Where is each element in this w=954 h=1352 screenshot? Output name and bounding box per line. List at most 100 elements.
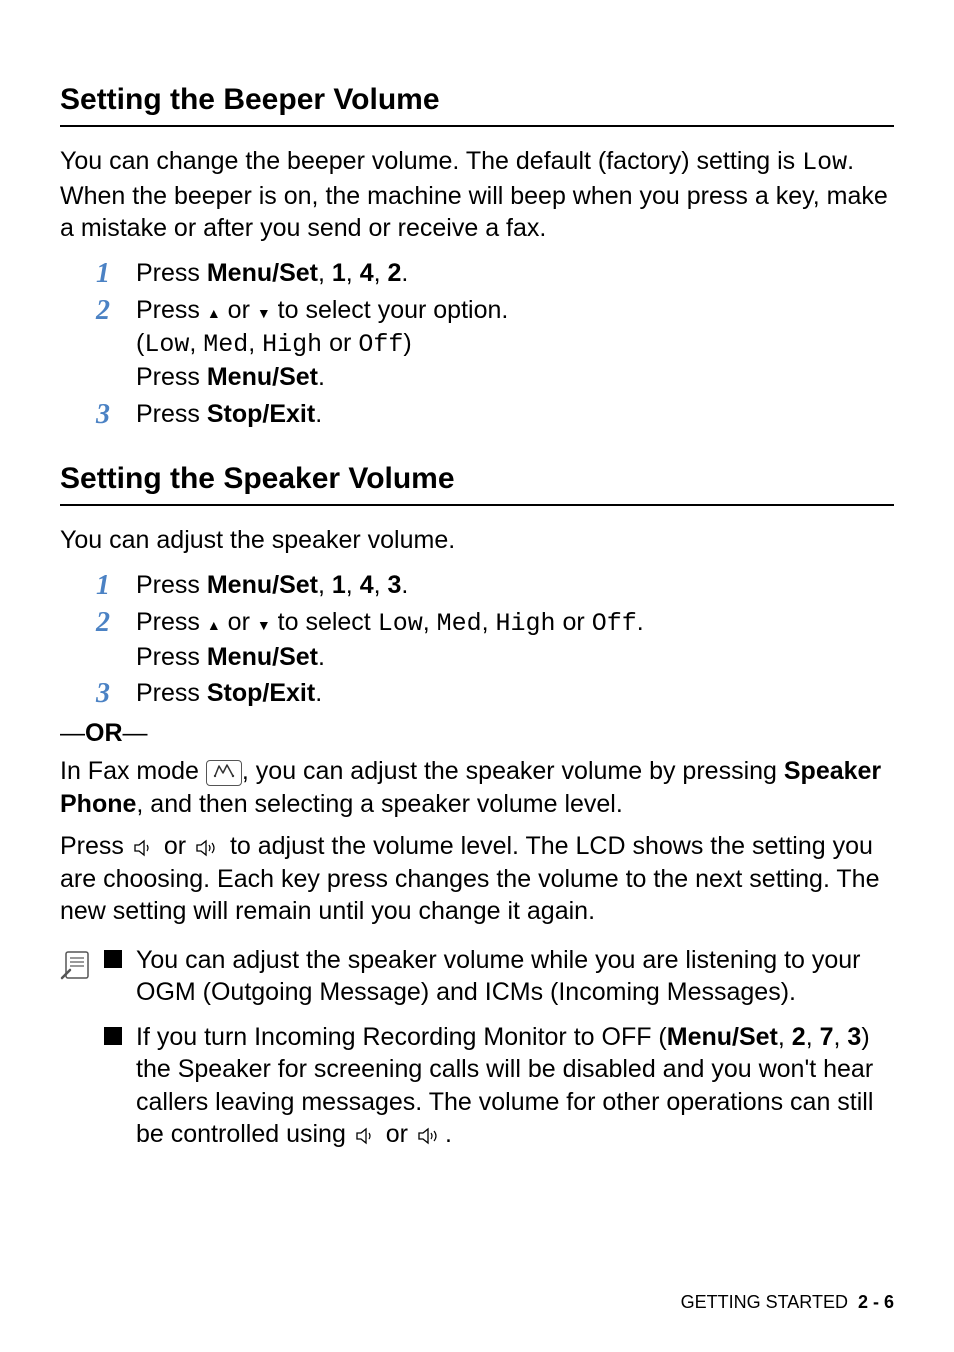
- step-text: Press Menu/Set, 1, 4, 2.: [136, 257, 894, 290]
- t: .: [318, 643, 325, 671]
- t: , you can adjust the speaker volume by p…: [242, 757, 784, 785]
- t: ): [403, 329, 411, 357]
- volume-down-icon: [353, 1126, 379, 1146]
- footer-page: 2 - 6: [858, 1292, 894, 1312]
- t: Med: [203, 330, 248, 359]
- t: ,: [248, 329, 262, 357]
- t: If you turn Incoming Recording Monitor t…: [136, 1023, 667, 1051]
- t: 7: [820, 1023, 834, 1051]
- t: 4: [360, 259, 374, 287]
- t: ,: [189, 329, 203, 357]
- speaker-intro: You can adjust the speaker volume.: [60, 524, 894, 557]
- t: ,: [346, 259, 360, 287]
- or-text: OR: [85, 719, 123, 747]
- t: Menu/Set: [207, 259, 318, 287]
- t: Menu/Set: [207, 363, 318, 391]
- t: or: [556, 608, 592, 636]
- t: 3: [847, 1023, 861, 1051]
- step-row: 2 Press or to select Low, Med, High or O…: [96, 606, 894, 673]
- text: You can change the beeper volume. The de…: [60, 147, 802, 175]
- t: In Fax mode: [60, 757, 206, 785]
- step-text: Press Stop/Exit.: [136, 677, 894, 710]
- t: Off: [592, 609, 637, 638]
- step-number: 1: [96, 257, 136, 291]
- t: ,: [423, 608, 437, 636]
- footer-label: GETTING STARTED: [681, 1292, 848, 1312]
- step-row: 2 Press or to select your option. (Low, …: [96, 294, 894, 394]
- note-block: You can adjust the speaker volume while …: [60, 944, 894, 1163]
- t: Press: [136, 608, 207, 636]
- step-row: 3 Press Stop/Exit.: [96, 677, 894, 711]
- t: High: [262, 330, 322, 359]
- beeper-steps: 1 Press Menu/Set, 1, 4, 2. 2 Press or to…: [96, 257, 894, 432]
- t: ,: [806, 1023, 820, 1051]
- t: Press: [136, 400, 207, 428]
- t: Menu/Set: [667, 1023, 778, 1051]
- t: Med: [437, 609, 482, 638]
- note-list: You can adjust the speaker volume while …: [104, 944, 894, 1163]
- t: , and then selecting a speaker volume le…: [136, 790, 622, 818]
- t: High: [496, 609, 556, 638]
- step-text: Press Stop/Exit.: [136, 398, 894, 431]
- t: ,: [482, 608, 496, 636]
- step-text: Press or to select Low, Med, High or Off…: [136, 606, 894, 673]
- speaker-steps: 1 Press Menu/Set, 1, 4, 3. 2 Press or to…: [96, 569, 894, 711]
- t: ,: [834, 1023, 848, 1051]
- t: Press: [136, 363, 207, 391]
- t: Stop/Exit: [207, 679, 315, 707]
- t: Low: [378, 609, 423, 638]
- t: ,: [374, 259, 388, 287]
- t: .: [401, 259, 408, 287]
- step-row: 3 Press Stop/Exit.: [96, 398, 894, 432]
- t: Press: [60, 832, 131, 860]
- t: ,: [318, 571, 332, 599]
- text-mono: Low: [802, 148, 847, 177]
- t: Press: [136, 643, 207, 671]
- t: .: [445, 1120, 452, 1148]
- bullet-icon: [104, 950, 122, 968]
- press-line: Press Menu/Set.: [136, 641, 894, 674]
- t: Menu/Set: [207, 571, 318, 599]
- t: Menu/Set: [207, 643, 318, 671]
- note-text: You can adjust the speaker volume while …: [136, 944, 894, 1009]
- press-line: Press Menu/Set.: [136, 361, 894, 394]
- t: or: [386, 1120, 415, 1148]
- note-text: If you turn Incoming Recording Monitor t…: [136, 1021, 894, 1151]
- note-icon: [60, 944, 104, 987]
- t: ,: [374, 571, 388, 599]
- step-row: 1 Press Menu/Set, 1, 4, 3.: [96, 569, 894, 603]
- t: 4: [360, 571, 374, 599]
- t: Off: [358, 330, 403, 359]
- note-item: You can adjust the speaker volume while …: [104, 944, 894, 1009]
- t: 1: [332, 259, 346, 287]
- step-number: 1: [96, 569, 136, 603]
- t: or: [221, 296, 257, 324]
- note-item: If you turn Incoming Recording Monitor t…: [104, 1021, 894, 1151]
- t: ,: [778, 1023, 792, 1051]
- fax-mode-para: In Fax mode , you can adjust the speaker…: [60, 755, 894, 820]
- t: 2: [388, 259, 402, 287]
- t: 1: [332, 571, 346, 599]
- volume-up-icon: [415, 1126, 445, 1146]
- footer: GETTING STARTED 2 - 6: [681, 1291, 894, 1314]
- t: Press: [136, 679, 207, 707]
- t: 3: [388, 571, 402, 599]
- t: .: [315, 400, 322, 428]
- step-number: 2: [96, 294, 136, 328]
- down-arrow-icon: [257, 608, 271, 636]
- step-number: 3: [96, 677, 136, 711]
- t: Press: [136, 571, 207, 599]
- t: or: [221, 608, 257, 636]
- t: Stop/Exit: [207, 400, 315, 428]
- t: 2: [792, 1023, 806, 1051]
- t: .: [401, 571, 408, 599]
- volume-down-icon: [131, 838, 157, 858]
- step-row: 1 Press Menu/Set, 1, 4, 2.: [96, 257, 894, 291]
- step-text: Press or to select your option. (Low, Me…: [136, 294, 894, 394]
- options-line: (Low, Med, High or Off): [136, 327, 894, 362]
- beeper-intro: You can change the beeper volume. The de…: [60, 145, 894, 245]
- t: ,: [346, 571, 360, 599]
- t: Low: [144, 330, 189, 359]
- up-arrow-icon: [207, 296, 221, 324]
- bullet-icon: [104, 1027, 122, 1045]
